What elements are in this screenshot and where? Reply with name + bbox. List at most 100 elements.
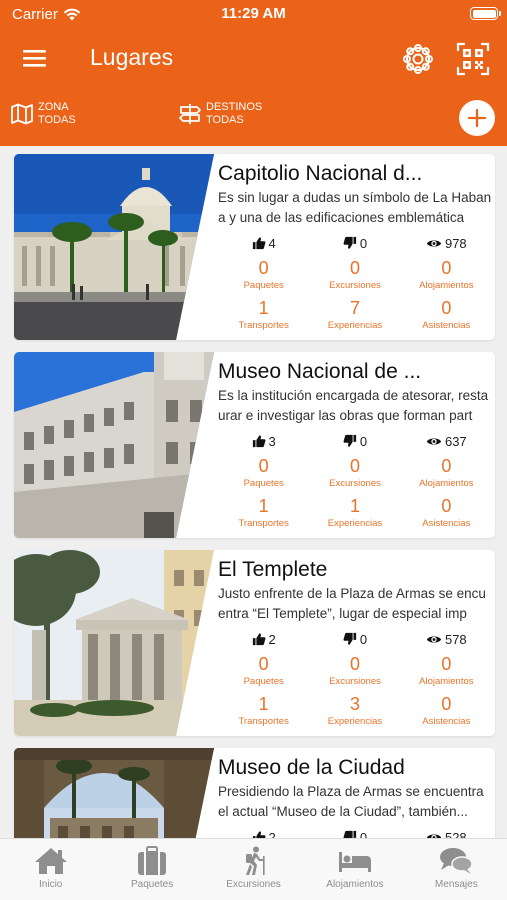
place-counts-row: 0 Paquetes 0 Excursiones 0 Alojamientos xyxy=(218,454,492,490)
place-card[interactable]: Museo Nacional de ... Es la institución … xyxy=(14,352,495,538)
place-title: El Templete xyxy=(218,558,328,581)
place-card[interactable]: Museo de la Ciudad Presidiendo la Plaza … xyxy=(14,748,495,838)
excursiones-value: 0 xyxy=(349,258,360,278)
asistencias-count[interactable]: 0 Asistencias xyxy=(401,494,492,530)
paquetes-label: Paquetes xyxy=(243,280,284,291)
asistencias-count[interactable]: 0 Asistencias xyxy=(401,296,492,332)
place-card-body: El Templete Justo enfrente de la Plaza d… xyxy=(218,550,492,736)
places-list: Capitolio Nacional d... Es sin lugar a d… xyxy=(0,146,507,838)
place-description: Es la institución encargada de atesorar,… xyxy=(218,388,489,423)
tab-inicio[interactable]: Inicio xyxy=(0,839,101,900)
tab-bar: Inicio Paquetes Excursiones Alojamientos xyxy=(0,838,507,900)
transportes-count[interactable]: 1 Transportes xyxy=(218,296,309,332)
map-icon xyxy=(11,103,33,125)
place-card[interactable]: Capitolio Nacional d... Es sin lugar a d… xyxy=(14,154,495,340)
dislikes-stat[interactable]: 0 xyxy=(309,432,400,450)
alojamientos-count[interactable]: 0 Alojamientos xyxy=(401,652,492,688)
transportes-value: 1 xyxy=(258,298,269,318)
place-counts-row: 1 Transportes 3 Experiencias 0 Asistencias xyxy=(218,692,492,728)
nav-bar: Lugares xyxy=(0,28,507,88)
alojamientos-count[interactable]: 0 Alojamientos xyxy=(401,256,492,292)
chat-bubbles-icon xyxy=(440,848,474,874)
asistencias-count[interactable]: 0 Asistencias xyxy=(401,692,492,728)
place-counts-row: 1 Transportes 7 Experiencias 0 Asistencias xyxy=(218,296,492,332)
place-card[interactable]: El Templete Justo enfrente de la Plaza d… xyxy=(14,550,495,736)
add-button[interactable] xyxy=(459,100,495,136)
dislikes-stat[interactable]: 0 xyxy=(309,234,400,252)
paquetes-count[interactable]: 0 Paquetes xyxy=(218,454,309,490)
tab-excursiones-label: Excursiones xyxy=(226,879,281,890)
place-description: Presidiendo la Plaza de Armas se encuent… xyxy=(218,784,484,819)
transportes-count[interactable]: 1 Transportes xyxy=(218,494,309,530)
alojamientos-value: 0 xyxy=(441,456,452,476)
tab-paquetes[interactable]: Paquetes xyxy=(101,839,202,900)
excursiones-label: Excursiones xyxy=(329,676,381,687)
excursiones-label: Excursiones xyxy=(329,280,381,291)
paquetes-count[interactable]: 0 Paquetes xyxy=(218,652,309,688)
plus-icon xyxy=(467,108,487,128)
paquetes-count[interactable]: 0 Paquetes xyxy=(218,256,309,292)
tab-inicio-label: Inicio xyxy=(39,879,63,890)
place-stats: 4 0 978 xyxy=(218,234,492,252)
destinos-filter[interactable]: DESTINOS TODAS xyxy=(178,101,262,127)
experiencias-value: 3 xyxy=(349,694,360,714)
asistencias-label: Asistencias xyxy=(422,716,471,727)
alojamientos-count[interactable]: 0 Alojamientos xyxy=(401,454,492,490)
place-counts-row: 0 Paquetes 0 Excursiones 0 Alojamientos xyxy=(218,256,492,292)
destinos-filter-value: TODAS xyxy=(206,114,244,126)
battery-icon xyxy=(470,7,501,20)
excursiones-count[interactable]: 0 Excursiones xyxy=(309,454,400,490)
clock: 11:29 AM xyxy=(221,5,286,22)
experiencias-value: 1 xyxy=(349,496,360,516)
tab-mensajes-label: Mensajes xyxy=(434,879,478,890)
tab-alojamientos[interactable]: Alojamientos xyxy=(304,839,405,900)
dislikes-count: 0 xyxy=(359,433,368,449)
experiencias-label: Experiencias xyxy=(327,320,383,331)
transportes-count[interactable]: 1 Transportes xyxy=(218,692,309,728)
likes-stat[interactable]: 2 xyxy=(218,828,309,838)
likes-stat[interactable]: 4 xyxy=(218,234,309,252)
zona-filter-value: TODAS xyxy=(38,114,76,126)
place-photo-el-templete xyxy=(14,550,214,736)
suitcase-icon xyxy=(138,846,167,875)
hamburger-menu-button[interactable] xyxy=(22,48,48,68)
excursiones-count[interactable]: 0 Excursiones xyxy=(309,652,400,688)
likes-count: 4 xyxy=(268,235,276,251)
views-stat: 578 xyxy=(401,630,492,648)
views-count: 637 xyxy=(444,433,467,449)
experiencias-count[interactable]: 1 Experiencias xyxy=(309,494,400,530)
experiencias-count[interactable]: 3 Experiencias xyxy=(309,692,400,728)
likes-count: 2 xyxy=(268,631,276,647)
thumbs-down-icon xyxy=(343,434,357,448)
likes-stat[interactable]: 2 xyxy=(218,630,309,648)
bed-icon xyxy=(338,852,371,872)
dislikes-count: 0 xyxy=(359,631,368,647)
experiencias-count[interactable]: 7 Experiencias xyxy=(309,296,400,332)
dislikes-count: 0 xyxy=(359,829,368,839)
filter-bar: ZONA TODAS DESTINOS TODAS xyxy=(0,88,507,146)
likes-count: 2 xyxy=(268,829,276,839)
transportes-value: 1 xyxy=(258,496,269,516)
settings-button[interactable] xyxy=(401,42,435,76)
tab-mensajes[interactable]: Mensajes xyxy=(406,839,507,900)
excursiones-count[interactable]: 0 Excursiones xyxy=(309,256,400,292)
experiencias-label: Experiencias xyxy=(327,716,383,727)
views-stat: 637 xyxy=(401,432,492,450)
qr-scan-button[interactable] xyxy=(456,42,490,76)
tab-excursiones[interactable]: Excursiones xyxy=(203,839,304,900)
place-stats: 3 0 637 xyxy=(218,432,492,450)
views-count: 528 xyxy=(444,829,467,839)
status-bar: Carrier 11:29 AM xyxy=(0,0,507,28)
asistencias-value: 0 xyxy=(441,298,452,318)
destinos-filter-label: DESTINOS xyxy=(206,101,263,113)
excursiones-label: Excursiones xyxy=(329,478,381,489)
tab-paquetes-label: Paquetes xyxy=(130,879,174,890)
dislikes-stat[interactable]: 0 xyxy=(309,630,400,648)
paquetes-value: 0 xyxy=(258,654,269,674)
place-card-body: Museo de la Ciudad Presidiendo la Plaza … xyxy=(218,748,492,838)
zona-filter[interactable]: ZONA TODAS xyxy=(10,101,76,127)
place-card-body: Capitolio Nacional d... Es sin lugar a d… xyxy=(218,154,492,340)
dislikes-stat[interactable]: 0 xyxy=(309,828,400,838)
likes-stat[interactable]: 3 xyxy=(218,432,309,450)
transportes-label: Transportes xyxy=(238,518,289,529)
